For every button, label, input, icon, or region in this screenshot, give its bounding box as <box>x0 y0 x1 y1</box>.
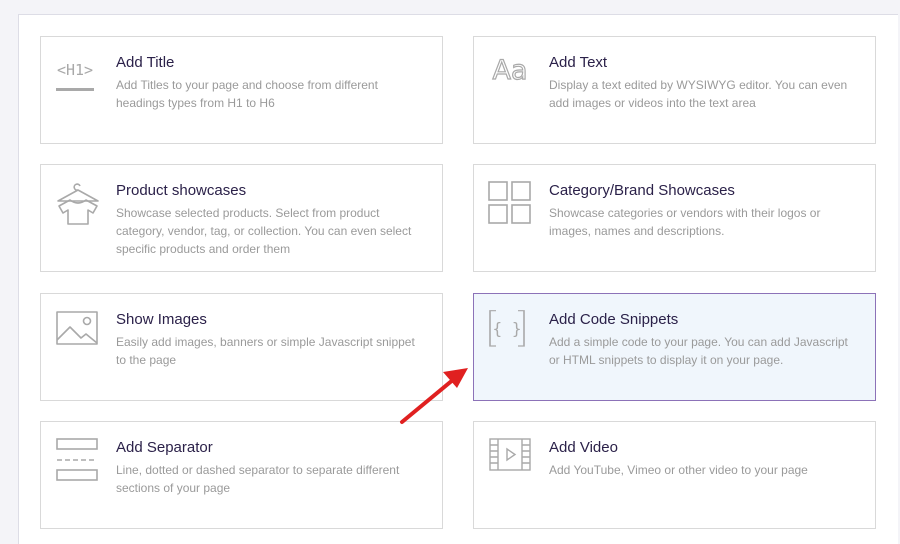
card-description: Showcase categories or vendors with thei… <box>549 206 821 238</box>
card-title: Add Separator <box>116 439 213 456</box>
card-description: Add YouTube, Vimeo or other video to you… <box>549 463 808 477</box>
separator-icon <box>55 438 101 484</box>
card-description: Display a text edited by WYSIWYG editor.… <box>549 78 848 110</box>
card-title: Add Code Snippets <box>549 311 679 328</box>
grid-icon <box>488 181 534 227</box>
image-icon <box>55 310 101 356</box>
card-add-video[interactable]: Add Video Add YouTube, Vimeo or other vi… <box>473 421 876 529</box>
card-category-brand-showcases[interactable]: Category/Brand Showcases Showcase catego… <box>473 164 876 272</box>
code-braces-icon: { } <box>488 310 534 356</box>
card-title: Product showcases <box>116 182 247 199</box>
svg-text:Aa: Aa <box>492 55 527 86</box>
card-title: Add Text <box>549 54 608 71</box>
card-description: Easily add images, banners or simple Jav… <box>116 335 415 367</box>
card-product-showcases[interactable]: Product showcases Showcase selected prod… <box>40 164 443 272</box>
video-film-icon <box>488 438 534 484</box>
card-add-code-snippets[interactable]: { } Add Code Snippets Add a simple code … <box>473 293 876 401</box>
card-description: Add Titles to your page and choose from … <box>116 78 378 110</box>
svg-text:<H1>: <H1> <box>57 61 93 79</box>
card-title: Add Video <box>549 439 618 456</box>
tshirt-hanger-icon <box>55 181 101 227</box>
heading-h1-icon: <H1> <box>55 53 101 99</box>
card-add-text[interactable]: Aa Add Text Display a text edited by WYS… <box>473 36 876 144</box>
card-show-images[interactable]: Show Images Easily add images, banners o… <box>40 293 443 401</box>
card-add-separator[interactable]: Add Separator Line, dotted or dashed sep… <box>40 421 443 529</box>
card-title: Category/Brand Showcases <box>549 182 735 199</box>
card-title: Show Images <box>116 311 207 328</box>
card-description: Line, dotted or dashed separator to sepa… <box>116 463 400 495</box>
text-aa-icon: Aa <box>488 53 534 99</box>
card-title: Add Title <box>116 54 175 71</box>
card-description: Showcase selected products. Select from … <box>116 206 412 256</box>
svg-text:{ }: { } <box>493 319 522 338</box>
card-description: Add a simple code to your page. You can … <box>549 335 848 367</box>
card-add-title[interactable]: <H1> Add Title Add Titles to your page a… <box>40 36 443 144</box>
